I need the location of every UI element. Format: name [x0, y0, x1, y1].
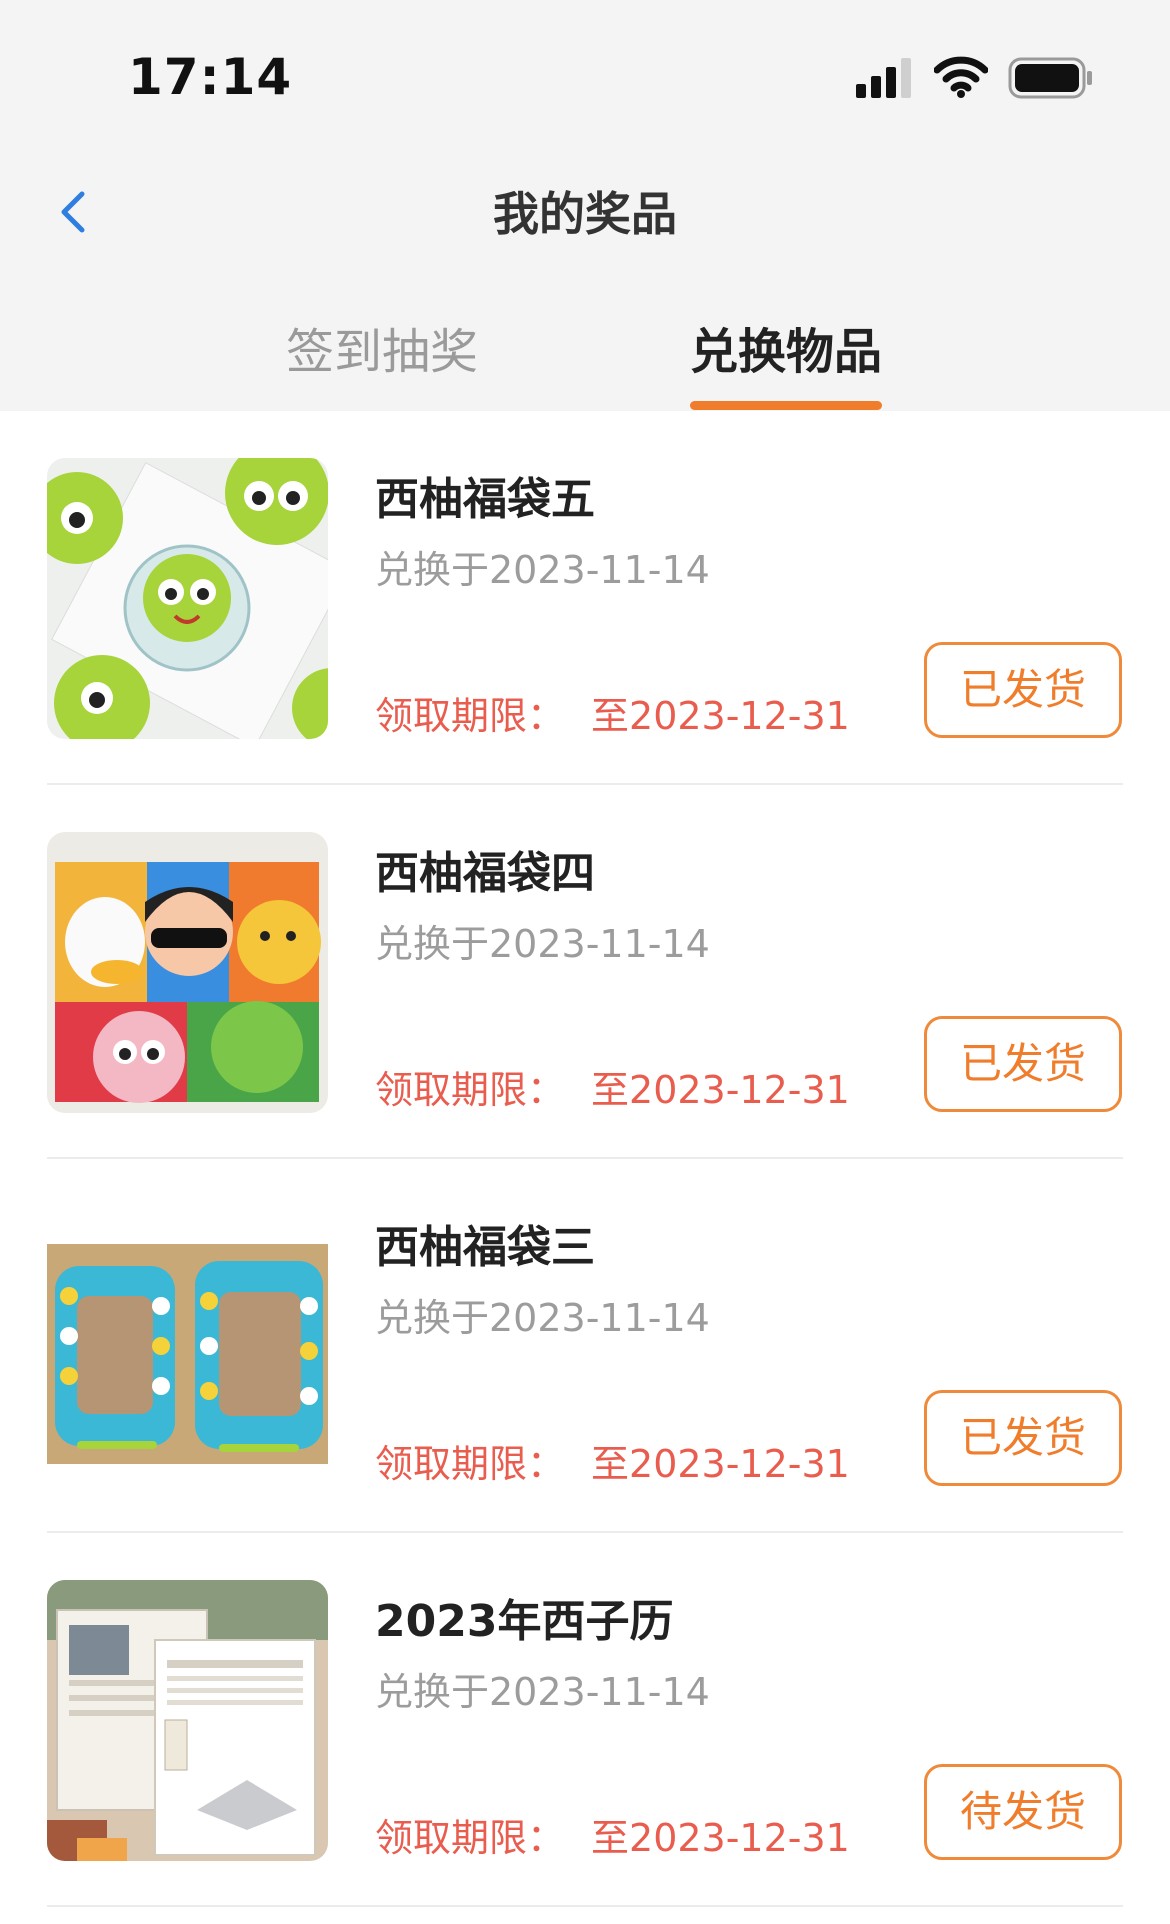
redeem-date: 兑换于2023-11-14: [375, 922, 710, 966]
prize-name: 西柚福袋三: [375, 1222, 595, 1273]
deadline-value: 至2023-12-31: [591, 694, 850, 738]
tab-checkin-lottery[interactable]: 签到抽奖: [257, 312, 507, 382]
claim-deadline: 领取期限： 至2023-12-31: [375, 1059, 850, 1114]
battery-icon: [1008, 57, 1092, 99]
deadline-value: 至2023-12-31: [591, 1068, 850, 1112]
claim-deadline: 领取期限： 至2023-12-31: [375, 1433, 850, 1488]
prize-thumbnail: [47, 1206, 328, 1487]
prize-thumbnail: [47, 458, 328, 739]
deadline-label: 领取期限：: [375, 1442, 566, 1486]
status-time: 17:14: [128, 48, 293, 106]
nav-bar: 我的奖品: [0, 160, 1170, 260]
shipping-status-button[interactable]: 待发货: [924, 1764, 1122, 1860]
wifi-icon: [934, 56, 988, 98]
status-bar: 17:14: [0, 0, 1170, 140]
deadline-label: 领取期限：: [375, 694, 566, 738]
redeem-date: 兑换于2023-11-14: [375, 548, 710, 592]
prize-list: 西柚福袋五 兑换于2023-11-14 领取期限： 至2023-12-31 已发货…: [0, 411, 1170, 1907]
deadline-value: 至2023-12-31: [591, 1442, 850, 1486]
tab-bar: 签到抽奖 兑换物品: [0, 300, 1170, 411]
prize-name: 西柚福袋五: [375, 474, 595, 525]
deadline-label: 领取期限：: [375, 1816, 566, 1860]
deadline-label: 领取期限：: [375, 1068, 566, 1112]
deadline-value: 至2023-12-31: [591, 1816, 850, 1860]
prize-thumbnail: [47, 1580, 328, 1861]
prize-item[interactable]: 西柚福袋四 兑换于2023-11-14 领取期限： 至2023-12-31 已发货: [0, 785, 1170, 1159]
prize-name: 2023年西子历: [375, 1596, 674, 1647]
prize-name: 西柚福袋四: [375, 848, 595, 899]
redeem-date: 兑换于2023-11-14: [375, 1296, 710, 1340]
header-area: 17:14 我的奖品 签到抽奖 兑换物品: [0, 0, 1170, 411]
prize-item[interactable]: 2023年西子历 兑换于2023-11-14 领取期限： 至2023-12-31 …: [0, 1533, 1170, 1907]
tab-redeemed-items[interactable]: 兑换物品: [661, 312, 911, 382]
redeem-date: 兑换于2023-11-14: [375, 1670, 710, 1714]
prize-thumbnail: [47, 832, 328, 1113]
shipping-status-button[interactable]: 已发货: [924, 642, 1122, 738]
claim-deadline: 领取期限： 至2023-12-31: [375, 685, 850, 740]
shipping-status-button[interactable]: 已发货: [924, 1390, 1122, 1486]
shipping-status-button[interactable]: 已发货: [924, 1016, 1122, 1112]
claim-deadline: 领取期限： 至2023-12-31: [375, 1807, 850, 1862]
prize-item[interactable]: 西柚福袋三 兑换于2023-11-14 领取期限： 至2023-12-31 已发货: [0, 1159, 1170, 1533]
active-tab-indicator: [690, 401, 882, 410]
prize-item[interactable]: 西柚福袋五 兑换于2023-11-14 领取期限： 至2023-12-31 已发货: [0, 411, 1170, 785]
page-title: 我的奖品: [493, 187, 677, 241]
cellular-signal-icon: [856, 58, 911, 98]
